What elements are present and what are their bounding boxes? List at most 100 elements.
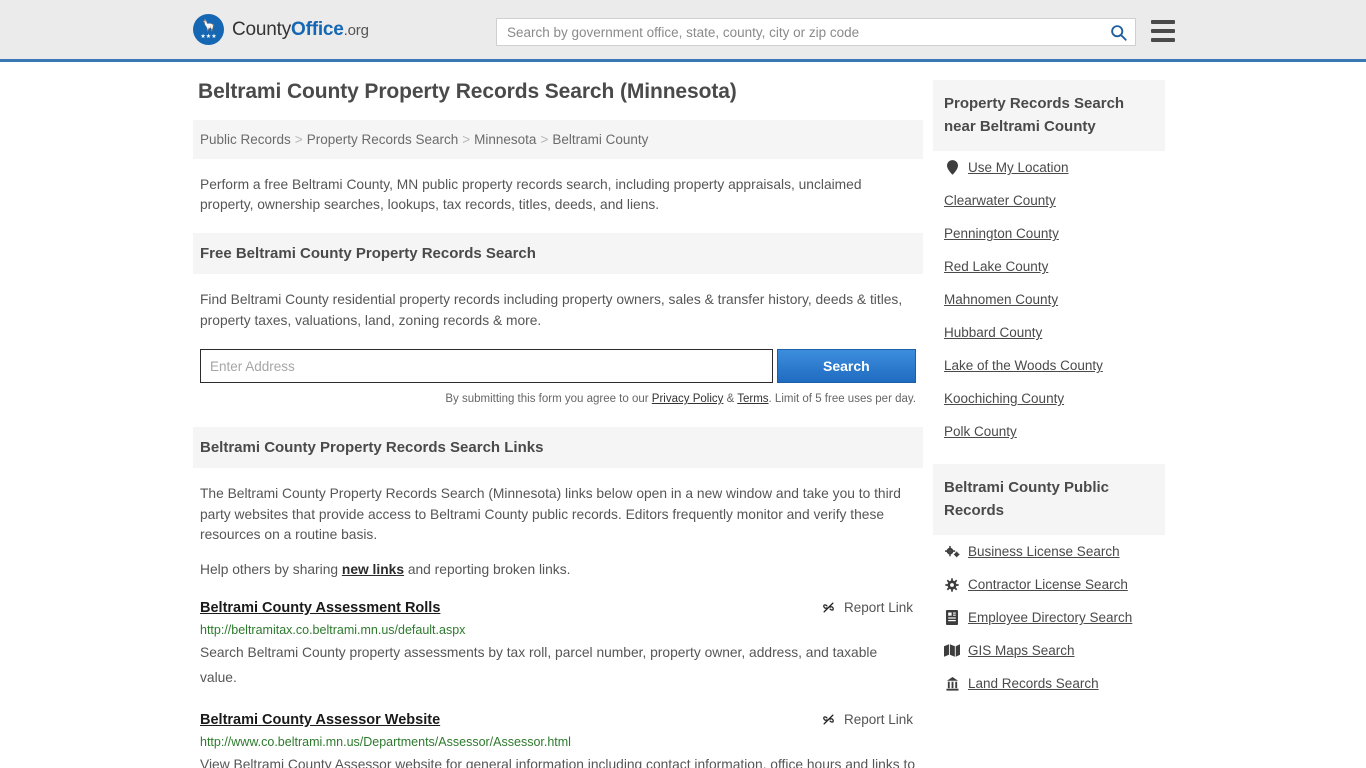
terms-link[interactable]: Terms (737, 393, 768, 405)
eagle-seal-icon: 🦙 ★★★ (193, 14, 224, 45)
cog-icon (944, 578, 960, 592)
list-item: Beltrami County Assessor Website Report … (200, 712, 916, 768)
result-description: View Beltrami County Assessor website fo… (200, 752, 916, 768)
breadcrumb-separator: > (462, 132, 470, 147)
nearby-counties-heading: Property Records Search near Beltrami Co… (933, 80, 1165, 151)
sidebar-item-clearwater-county[interactable]: Clearwater County (933, 184, 1165, 217)
search-input[interactable] (497, 19, 1101, 45)
sidebar-item-pennington-county[interactable]: Pennington County (933, 217, 1165, 250)
result-url: http://www.co.beltrami.mn.us/Departments… (200, 735, 916, 749)
sidebar-item-koochiching-county[interactable]: Koochiching County (933, 382, 1165, 415)
main-content: Beltrami County Property Records Search … (193, 80, 923, 768)
list-item: Beltrami County Assessment Rolls Report … (200, 600, 916, 690)
map-icon (944, 644, 960, 657)
address-input[interactable] (200, 349, 773, 383)
sidebar-item-label[interactable]: Koochiching County (944, 391, 1064, 406)
new-links-link[interactable]: new links (342, 562, 404, 577)
breadcrumb-item-minnesota[interactable]: Minnesota (474, 132, 536, 147)
sidebar-item-employee-directory-search[interactable]: Employee Directory Search (933, 601, 1165, 634)
sidebar-item-label[interactable]: Contractor License Search (968, 577, 1128, 592)
sidebar-item-label[interactable]: GIS Maps Search (968, 643, 1075, 658)
hamburger-bar (1151, 38, 1175, 42)
report-link-button[interactable]: Report Link (821, 712, 916, 727)
result-url: http://beltramitax.co.beltrami.mn.us/def… (200, 623, 916, 637)
public-records-list: Business License Search (933, 535, 1165, 700)
breadcrumb-item-property-records-search[interactable]: Property Records Search (307, 132, 459, 147)
disclaimer-pre: By submitting this form you agree to our (445, 393, 651, 405)
sidebar-item-label[interactable]: Red Lake County (944, 259, 1048, 274)
landmark-icon (944, 677, 960, 691)
result-title-link[interactable]: Beltrami County Assessor Website (200, 712, 440, 728)
privacy-policy-link[interactable]: Privacy Policy (652, 393, 724, 405)
breadcrumb: Public Records>Property Records Search>M… (193, 120, 923, 159)
hamburger-bar (1151, 29, 1175, 33)
logo-text: CountyOffice.org (232, 19, 369, 41)
report-link-label: Report Link (844, 600, 913, 615)
result-header: Beltrami County Assessment Rolls Report … (200, 600, 916, 616)
sidebar-item-land-records-search[interactable]: Land Records Search (933, 667, 1165, 700)
breadcrumb-item-beltrami-county: Beltrami County (552, 132, 648, 147)
intro-paragraph: Perform a free Beltrami County, MN publi… (200, 175, 916, 215)
report-link-label: Report Link (844, 712, 913, 727)
sidebar-item-hubbard-county[interactable]: Hubbard County (933, 316, 1165, 349)
form-disclaimer: By submitting this form you agree to our… (200, 393, 916, 405)
sidebar: Property Records Search near Beltrami Co… (933, 80, 1165, 768)
help-post: and reporting broken links. (404, 562, 570, 577)
address-search-form: Search (200, 349, 916, 383)
sidebar-item-use-my-location[interactable]: Use My Location (933, 151, 1165, 184)
search-icon[interactable] (1101, 19, 1135, 45)
sidebar-item-label[interactable]: Land Records Search (968, 676, 1099, 691)
logo-text-org: .org (344, 22, 369, 39)
sidebar-item-label[interactable]: Polk County (944, 424, 1017, 439)
sidebar-item-label[interactable]: Employee Directory Search (968, 610, 1132, 625)
sidebar-item-gis-maps-search[interactable]: GIS Maps Search (933, 634, 1165, 667)
sidebar-item-label[interactable]: Clearwater County (944, 193, 1056, 208)
help-others-paragraph: Help others by sharing new links and rep… (200, 560, 916, 581)
broken-link-icon (821, 600, 836, 615)
result-title-link[interactable]: Beltrami County Assessment Rolls (200, 600, 440, 616)
cogs-icon (944, 545, 960, 558)
sidebar-item-red-lake-county[interactable]: Red Lake County (933, 250, 1165, 283)
map-pin-icon (944, 160, 960, 175)
sidebar-item-label[interactable]: Hubbard County (944, 325, 1042, 340)
links-section-paragraph: The Beltrami County Property Records Sea… (200, 484, 916, 546)
sidebar-item-label[interactable]: Use My Location (968, 160, 1069, 175)
sidebar-item-label[interactable]: Mahnomen County (944, 292, 1058, 307)
hamburger-menu-icon[interactable] (1151, 20, 1175, 42)
site-logo[interactable]: 🦙 ★★★ CountyOffice.org (193, 14, 369, 45)
search-button[interactable]: Search (777, 349, 916, 383)
free-search-heading: Free Beltrami County Property Records Se… (193, 233, 923, 274)
sidebar-item-business-license-search[interactable]: Business License Search (933, 535, 1165, 568)
breadcrumb-separator: > (295, 132, 303, 147)
sidebar-item-label[interactable]: Business License Search (968, 544, 1120, 559)
help-pre: Help others by sharing (200, 562, 342, 577)
sidebar-item-polk-county[interactable]: Polk County (933, 415, 1165, 448)
free-search-description: Find Beltrami County residential propert… (200, 290, 916, 331)
site-header: 🦙 ★★★ CountyOffice.org (0, 0, 1366, 62)
nearby-counties-panel: Property Records Search near Beltrami Co… (933, 80, 1165, 448)
page-title: Beltrami County Property Records Search … (198, 80, 923, 104)
global-search-bar[interactable] (496, 18, 1136, 46)
sidebar-item-mahnomen-county[interactable]: Mahnomen County (933, 283, 1165, 316)
result-description: Search Beltrami County property assessme… (200, 640, 916, 690)
broken-link-icon (821, 712, 836, 727)
hamburger-bar (1151, 20, 1175, 24)
report-link-button[interactable]: Report Link (821, 600, 916, 615)
breadcrumb-item-public-records[interactable]: Public Records (200, 132, 291, 147)
sidebar-item-label[interactable]: Pennington County (944, 226, 1059, 241)
logo-text-office: Office (291, 19, 344, 40)
sidebar-item-lake-of-the-woods-county[interactable]: Lake of the Woods County (933, 349, 1165, 382)
breadcrumb-separator: > (540, 132, 548, 147)
links-section-heading: Beltrami County Property Records Search … (193, 427, 923, 468)
nearby-counties-list: Use My Location Clearwater County Pennin… (933, 151, 1165, 448)
page-body: Beltrami County Property Records Search … (0, 62, 1366, 768)
sidebar-item-label[interactable]: Lake of the Woods County (944, 358, 1103, 373)
disclaimer-amp: & (723, 393, 737, 405)
disclaimer-post: . Limit of 5 free uses per day. (769, 393, 916, 405)
public-records-heading: Beltrami County Public Records (933, 464, 1165, 535)
sidebar-item-contractor-license-search[interactable]: Contractor License Search (933, 568, 1165, 601)
logo-text-county: County (232, 19, 291, 40)
id-card-icon (944, 610, 960, 625)
public-records-panel: Beltrami County Public Records (933, 464, 1165, 700)
result-header: Beltrami County Assessor Website Report … (200, 712, 916, 728)
